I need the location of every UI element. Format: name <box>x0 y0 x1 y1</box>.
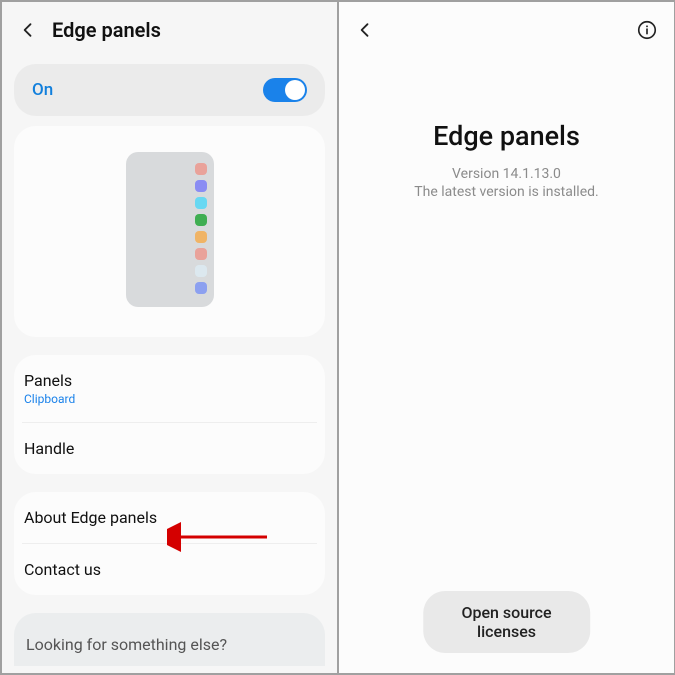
color-dot <box>195 248 207 260</box>
looking-row[interactable]: Looking for something else? <box>14 613 325 666</box>
section-panels-handle: Panels Clipboard Handle <box>14 355 325 474</box>
header-right <box>339 2 674 58</box>
info-icon[interactable] <box>634 17 660 43</box>
edge-panels-screen: Edge panels On Panels Clipboard Handle A… <box>2 2 337 673</box>
color-strip <box>195 163 207 294</box>
about-title: Edge panels <box>359 120 654 152</box>
handle-label: Handle <box>24 439 74 458</box>
color-dot <box>195 282 207 294</box>
about-status: The latest version is installed. <box>359 184 654 200</box>
about-label: About Edge panels <box>24 508 157 527</box>
toggle-label: On <box>32 80 263 100</box>
about-version: Version 14.1.13.0 <box>359 166 654 182</box>
edge-panel-preview <box>14 126 325 337</box>
panels-sub: Clipboard <box>24 392 315 406</box>
color-dot <box>195 231 207 243</box>
phone-thumbnail <box>126 152 214 307</box>
open-source-label: Open source licenses <box>461 603 551 641</box>
back-icon[interactable] <box>14 16 42 44</box>
open-source-button[interactable]: Open source licenses <box>423 591 591 653</box>
looking-label: Looking for something else? <box>26 635 227 654</box>
master-toggle-card[interactable]: On <box>14 64 325 116</box>
handle-row[interactable]: Handle <box>14 423 325 474</box>
color-dot <box>195 265 207 277</box>
color-dot <box>195 180 207 192</box>
color-dot <box>195 163 207 175</box>
about-edge-panels-screen: Edge panels Version 14.1.13.0 The latest… <box>339 2 674 673</box>
contact-row[interactable]: Contact us <box>14 544 325 595</box>
panels-label: Panels <box>24 371 315 390</box>
panels-row[interactable]: Panels Clipboard <box>14 355 325 422</box>
color-dot <box>195 197 207 209</box>
contact-label: Contact us <box>24 560 101 579</box>
toggle-switch[interactable] <box>263 78 307 102</box>
section-about-contact: About Edge panels Contact us <box>14 492 325 595</box>
page-title: Edge panels <box>52 18 161 42</box>
about-row[interactable]: About Edge panels <box>14 492 325 543</box>
about-content: Edge panels Version 14.1.13.0 The latest… <box>339 120 674 200</box>
header-left: Edge panels <box>2 2 337 58</box>
back-icon[interactable] <box>351 16 379 44</box>
color-dot <box>195 214 207 226</box>
